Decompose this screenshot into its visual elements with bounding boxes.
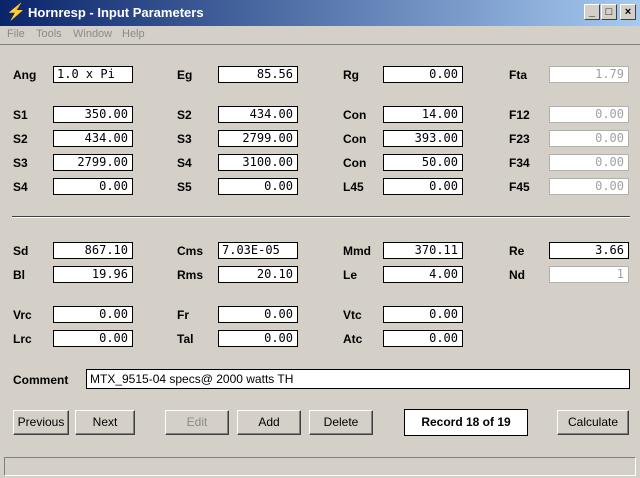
- field-rg[interactable]: 0.00: [383, 66, 463, 83]
- field-f12: 0.00: [549, 106, 629, 123]
- field-lrc[interactable]: 0.00: [53, 330, 133, 347]
- label-s3: S3: [177, 132, 192, 146]
- field-mmd[interactable]: 370.11: [383, 242, 463, 259]
- field-l45[interactable]: 0.00: [383, 178, 463, 195]
- maximize-button[interactable]: □: [601, 4, 617, 20]
- field-fta: 1.79: [549, 66, 629, 83]
- field-vrc[interactable]: 0.00: [53, 306, 133, 323]
- field-s5[interactable]: 0.00: [218, 178, 298, 195]
- label-fr: Fr: [177, 308, 189, 322]
- field-s2[interactable]: 434.00: [218, 106, 298, 123]
- edit-button: Edit: [165, 410, 229, 435]
- field-con-1[interactable]: 14.00: [383, 106, 463, 123]
- label-cms: Cms: [177, 244, 204, 258]
- label-l45: L45: [343, 180, 364, 194]
- next-button[interactable]: Next: [75, 410, 135, 435]
- label-comment: Comment: [13, 373, 69, 387]
- label-sd: Sd: [13, 244, 29, 258]
- window-title: Hornresp - Input Parameters: [28, 5, 204, 20]
- label-re: Re: [509, 244, 525, 258]
- label-rg: Rg: [343, 68, 359, 82]
- field-cms[interactable]: 7.03E-05: [218, 242, 298, 259]
- label-s4: S4: [177, 156, 192, 170]
- field-tal[interactable]: 0.00: [218, 330, 298, 347]
- menu-help[interactable]: Help: [122, 28, 145, 40]
- label-s4-b: S4: [13, 180, 28, 194]
- label-tal: Tal: [177, 332, 194, 346]
- label-s1: S1: [13, 108, 28, 122]
- label-le: Le: [343, 268, 358, 282]
- label-con-1: Con: [343, 108, 367, 122]
- field-con-3[interactable]: 50.00: [383, 154, 463, 171]
- label-vrc: Vrc: [13, 308, 32, 322]
- menu-tools[interactable]: Tools: [36, 28, 62, 40]
- add-button[interactable]: Add: [237, 410, 301, 435]
- label-mmd: Mmd: [343, 244, 371, 258]
- field-sd[interactable]: 867.10: [53, 242, 133, 259]
- label-s2: S2: [177, 108, 192, 122]
- label-eg: Eg: [177, 68, 193, 82]
- label-lrc: Lrc: [13, 332, 32, 346]
- field-nd: 1: [549, 266, 629, 283]
- menu-file[interactable]: File: [7, 28, 25, 40]
- field-fr[interactable]: 0.00: [218, 306, 298, 323]
- field-rms[interactable]: 20.10: [218, 266, 298, 283]
- field-s3-b[interactable]: 2799.00: [53, 154, 133, 171]
- section-divider: [12, 216, 630, 218]
- field-f34: 0.00: [549, 154, 629, 171]
- field-s1[interactable]: 350.00: [53, 106, 133, 123]
- menu-window[interactable]: Window: [73, 28, 112, 40]
- comment-field[interactable]: MTX_9515-04 specs@ 2000 watts TH: [86, 369, 630, 389]
- field-f45: 0.00: [549, 178, 629, 195]
- label-s3-b: S3: [13, 156, 28, 170]
- field-s2-b[interactable]: 434.00: [53, 130, 133, 147]
- minimize-button[interactable]: _: [584, 4, 600, 20]
- menu-bar: File Tools Window Help: [0, 26, 640, 45]
- label-con-2: Con: [343, 132, 367, 146]
- label-atc: Atc: [343, 332, 363, 346]
- close-button[interactable]: ×: [620, 4, 636, 20]
- field-le[interactable]: 4.00: [383, 266, 463, 283]
- field-atc[interactable]: 0.00: [383, 330, 463, 347]
- label-ang: Ang: [13, 68, 37, 82]
- status-bar: [4, 457, 636, 476]
- label-nd: Nd: [509, 268, 525, 282]
- field-s4-b[interactable]: 0.00: [53, 178, 133, 195]
- lightning-app-icon: ⚡: [6, 4, 26, 21]
- record-indicator: Record 18 of 19: [404, 409, 528, 436]
- label-fta: Fta: [509, 68, 527, 82]
- label-f12: F12: [509, 108, 530, 122]
- field-ang[interactable]: 1.0 x Pi: [53, 66, 133, 83]
- field-s3[interactable]: 2799.00: [218, 130, 298, 147]
- label-f45: F45: [509, 180, 530, 194]
- field-re[interactable]: 3.66: [549, 242, 629, 259]
- field-vtc[interactable]: 0.00: [383, 306, 463, 323]
- field-eg[interactable]: 85.56: [218, 66, 298, 83]
- label-bl: Bl: [13, 268, 25, 282]
- title-bar: ⚡ Hornresp - Input Parameters _ □ ×: [0, 0, 640, 26]
- label-vtc: Vtc: [343, 308, 362, 322]
- delete-button[interactable]: Delete: [309, 410, 373, 435]
- label-s2-b: S2: [13, 132, 28, 146]
- field-f23: 0.00: [549, 130, 629, 147]
- label-s5: S5: [177, 180, 192, 194]
- label-rms: Rms: [177, 268, 204, 282]
- label-con-3: Con: [343, 156, 367, 170]
- label-f23: F23: [509, 132, 530, 146]
- calculate-button[interactable]: Calculate: [557, 410, 629, 435]
- field-bl[interactable]: 19.96: [53, 266, 133, 283]
- previous-button[interactable]: Previous: [13, 410, 69, 435]
- label-f34: F34: [509, 156, 530, 170]
- field-s4[interactable]: 3100.00: [218, 154, 298, 171]
- field-con-2[interactable]: 393.00: [383, 130, 463, 147]
